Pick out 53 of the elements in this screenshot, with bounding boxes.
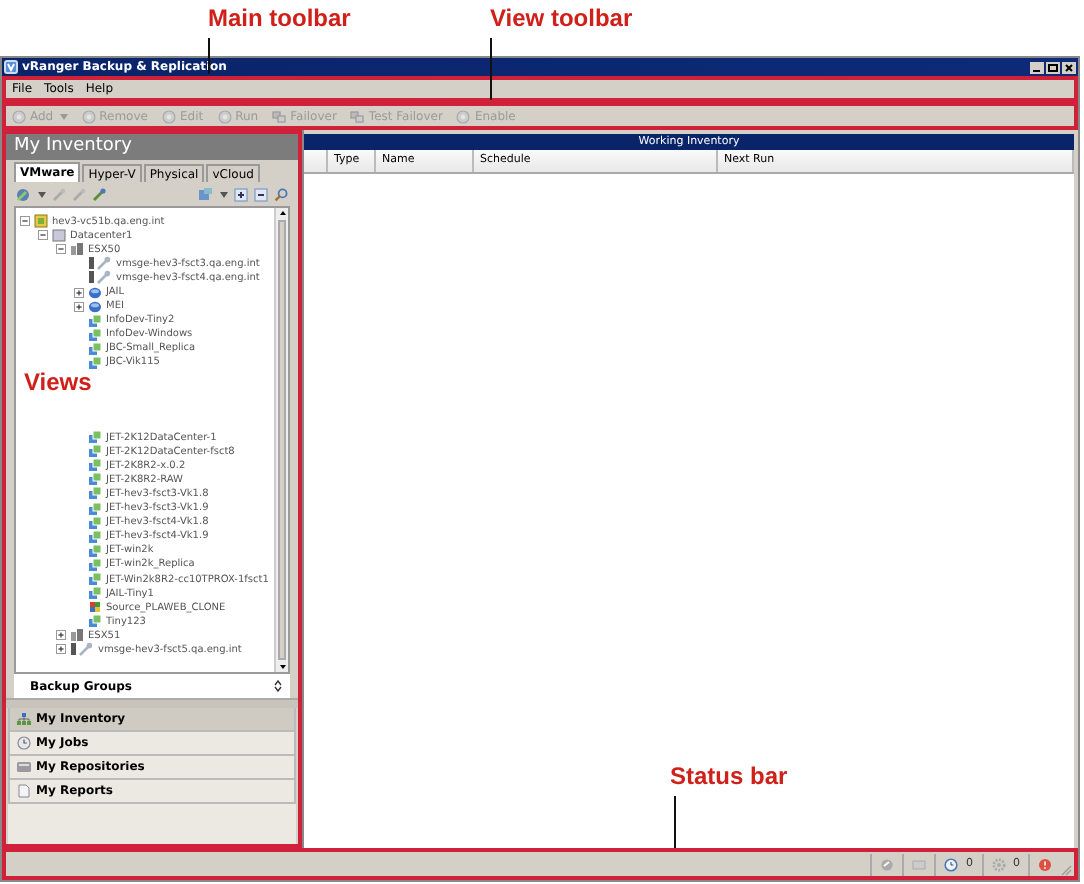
annotation-label: Status bar — [670, 762, 788, 790]
annotation-label: View toolbar — [490, 4, 633, 32]
maximize-icon[interactable] — [1046, 61, 1060, 73]
building-icon — [70, 242, 84, 257]
expand-all-icon[interactable] — [234, 187, 248, 201]
clock-icon[interactable] — [944, 857, 958, 871]
servers-icon — [272, 109, 287, 123]
resize-grip-icon[interactable] — [1060, 864, 1072, 876]
expander-icon[interactable] — [74, 287, 84, 298]
refresh-icon[interactable] — [880, 857, 894, 871]
building-icon — [70, 628, 84, 643]
leader-line — [208, 38, 210, 74]
column-header — [304, 150, 328, 172]
expander-icon[interactable] — [38, 230, 48, 241]
server-icon — [70, 642, 94, 657]
disc-icon — [12, 109, 26, 123]
leader-line — [490, 38, 492, 100]
server-folder-icon — [34, 214, 48, 229]
disc-icon — [161, 109, 176, 123]
expander-icon[interactable] — [56, 630, 66, 641]
servers-icon — [350, 109, 365, 123]
close-icon[interactable] — [1062, 61, 1076, 73]
alert-icon[interactable] — [1038, 857, 1052, 871]
search-icon[interactable] — [274, 187, 288, 201]
hierarchy-icon — [16, 712, 32, 726]
splitter-handle[interactable] — [6, 698, 298, 708]
caret-icon[interactable] — [38, 191, 46, 197]
expander-icon[interactable] — [20, 216, 30, 227]
clock-icon — [16, 736, 32, 750]
expander-icon[interactable] — [56, 644, 66, 655]
disc-icon — [81, 109, 96, 123]
caret-icon[interactable] — [220, 191, 228, 197]
disc-icon — [217, 109, 232, 123]
scrollbar-thumb[interactable] — [278, 220, 286, 660]
drive-icon — [16, 760, 32, 774]
annotation-label: Views — [24, 368, 92, 396]
datacenter-icon — [52, 228, 66, 243]
expander-icon[interactable] — [74, 301, 84, 312]
add-vcenter-icon[interactable] — [16, 187, 32, 201]
scrollbar[interactable] — [274, 208, 288, 672]
leader-line — [674, 796, 676, 848]
expander-icon[interactable] — [56, 244, 66, 255]
minimize-icon[interactable] — [1030, 61, 1044, 73]
disc-icon — [456, 109, 471, 123]
document-icon — [16, 784, 32, 798]
collapse-all-icon[interactable] — [254, 187, 268, 201]
refresh-icon[interactable] — [92, 187, 106, 201]
app-icon — [4, 60, 18, 74]
view-icon[interactable] — [198, 187, 214, 201]
panel-header: My Inventory — [6, 134, 298, 160]
template-icon — [88, 600, 102, 615]
annotation-label: Main toolbar — [208, 4, 351, 32]
expand-icon[interactable] — [274, 680, 282, 692]
